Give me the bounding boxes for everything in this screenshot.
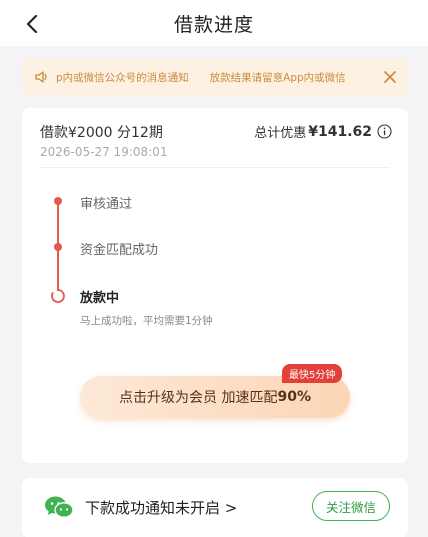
- loading-spinner-icon: [51, 289, 65, 303]
- speaker-icon: [35, 71, 47, 83]
- timeline-step-subtext: 马上成功啦，平均需要1分钟: [80, 315, 213, 327]
- top-bar: 借款进度: [0, 0, 428, 46]
- timeline-line: [57, 247, 59, 291]
- page-title: 借款进度: [173, 14, 254, 36]
- notification-status-text[interactable]: 下款成功通知未开启 >: [85, 497, 237, 518]
- discount-label: 总计优惠: [254, 126, 307, 141]
- loan-summary: 借款¥2000 分12期: [40, 122, 163, 142]
- follow-wechat-button[interactable]: 关注微信: [312, 491, 390, 521]
- cta-highlight: 90%: [277, 389, 311, 405]
- fastest-badge: 最快5分钟: [282, 364, 343, 383]
- cta-text: 点击升级为会员 加速匹配: [119, 390, 278, 406]
- timeline-step-label: 资金匹配成功: [80, 243, 159, 258]
- divider: [40, 167, 390, 168]
- close-icon[interactable]: [382, 69, 398, 85]
- discount-amount: ¥141.62: [308, 123, 372, 140]
- wechat-icon: [45, 496, 74, 518]
- loan-progress-card: 借款¥2000 分12期 2026-05-27 19:08:01 总计优惠 ¥1…: [22, 108, 408, 463]
- notice-bar: p内或微信公众号的消息通知 放款结果请留意App内或微信: [22, 58, 408, 96]
- notice-text: p内或微信公众号的消息通知 放款结果请留意App内或微信: [56, 71, 346, 84]
- loan-term: 分12期: [117, 125, 163, 141]
- timeline-line: [57, 201, 59, 245]
- timeline-step-label: 审核通过: [80, 197, 133, 212]
- loan-date: 2026-05-27 19:08:01: [40, 145, 168, 159]
- notification-card[interactable]: 下款成功通知未开启 > 关注微信: [22, 478, 408, 537]
- loan-amount: 借款¥2000: [40, 125, 113, 141]
- info-icon[interactable]: [377, 124, 392, 139]
- timeline-dot: [54, 243, 62, 251]
- timeline-dot: [54, 197, 62, 205]
- timeline-step-label-active: 放款中: [80, 291, 120, 306]
- discount-summary[interactable]: 总计优惠 ¥141.62: [254, 122, 392, 141]
